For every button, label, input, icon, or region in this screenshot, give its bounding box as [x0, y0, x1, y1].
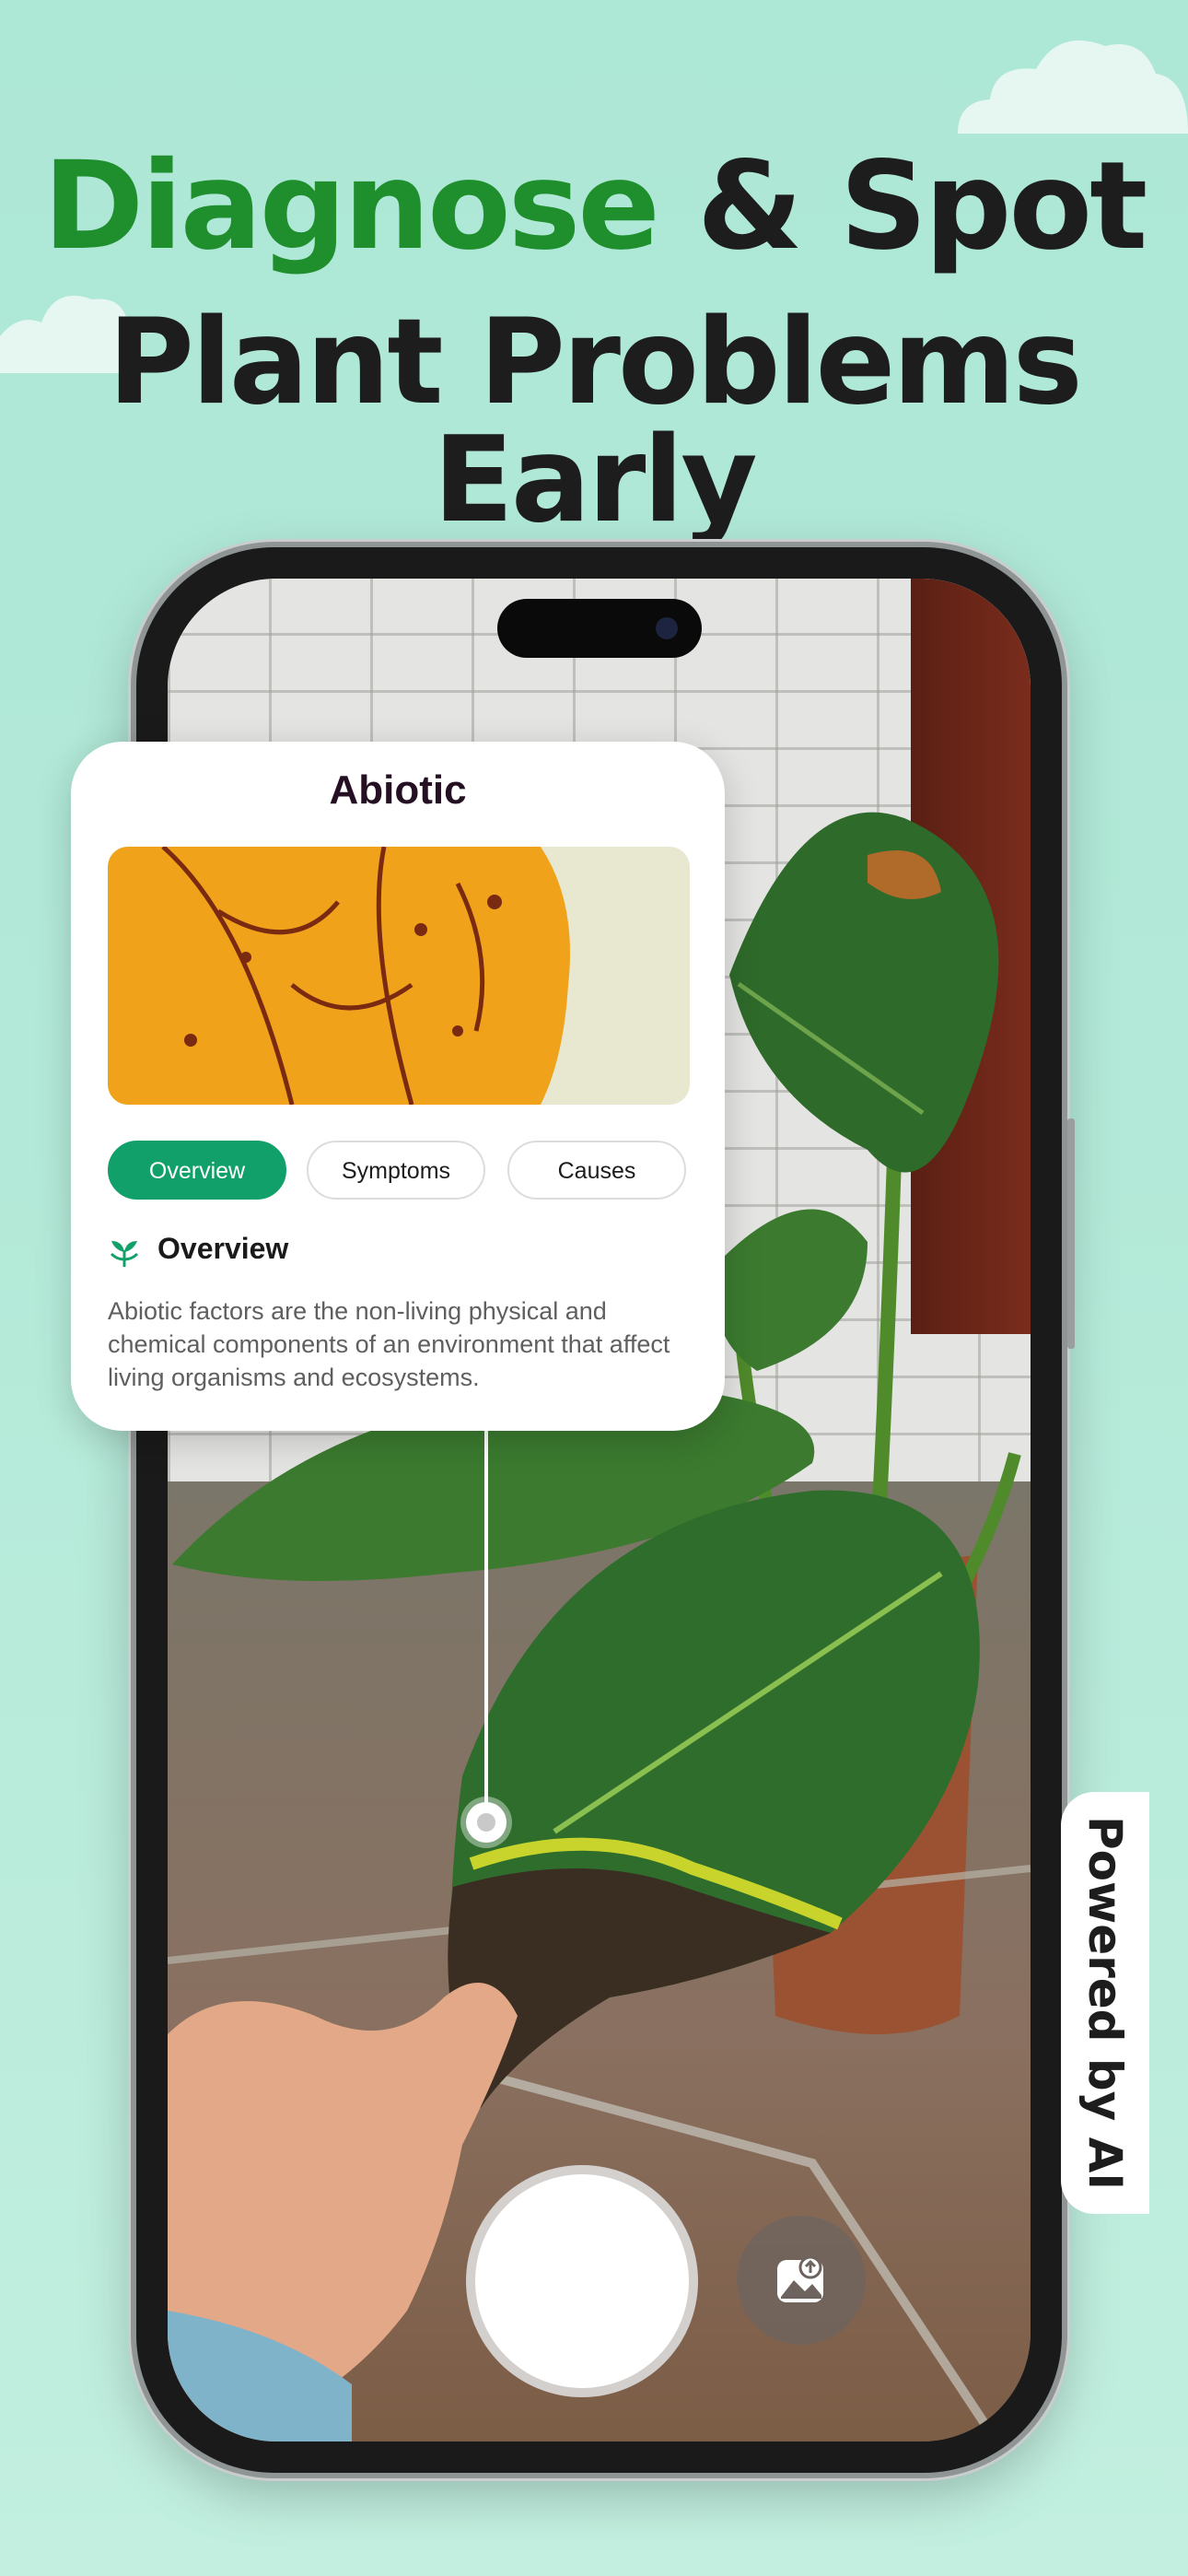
sprout-icon	[110, 1241, 139, 1267]
card-title: Abiotic	[329, 767, 467, 813]
front-camera-icon	[655, 617, 678, 639]
powered-by-badge: Powered by AI	[1061, 1792, 1149, 2214]
diagnosis-card: Abiotic Overview Symptoms Causes Overvie…	[71, 742, 725, 1431]
headline-line-1: Diagnose & Spot	[0, 146, 1188, 267]
gallery-upload-icon	[777, 2255, 823, 2302]
tab-overview[interactable]: Overview	[108, 1141, 286, 1200]
overview-title: Overview	[157, 1232, 289, 1265]
powered-by-text: Powered by AI	[1078, 1816, 1132, 2190]
headline-rest: & Spot	[696, 135, 1147, 277]
pointer-line	[484, 1431, 488, 1821]
card-image	[108, 847, 690, 1105]
card-tabs: Overview Symptoms Causes	[108, 1141, 690, 1201]
shutter-button[interactable]	[475, 2174, 689, 2388]
cloud-decoration	[958, 40, 1188, 134]
tab-causes[interactable]: Causes	[507, 1141, 686, 1200]
headline-line-2: Plant Problems Early	[108, 294, 1083, 549]
phone-side-button	[1067, 1118, 1075, 1349]
overview-description: Abiotic factors are the non-living physi…	[108, 1297, 670, 1391]
gallery-upload-button[interactable]	[737, 2216, 866, 2345]
headline-accent: Diagnose	[42, 135, 660, 277]
tab-symptoms[interactable]: Symptoms	[307, 1141, 485, 1200]
diagnosis-hotspot[interactable]	[466, 1802, 507, 1843]
dynamic-island	[496, 599, 702, 658]
